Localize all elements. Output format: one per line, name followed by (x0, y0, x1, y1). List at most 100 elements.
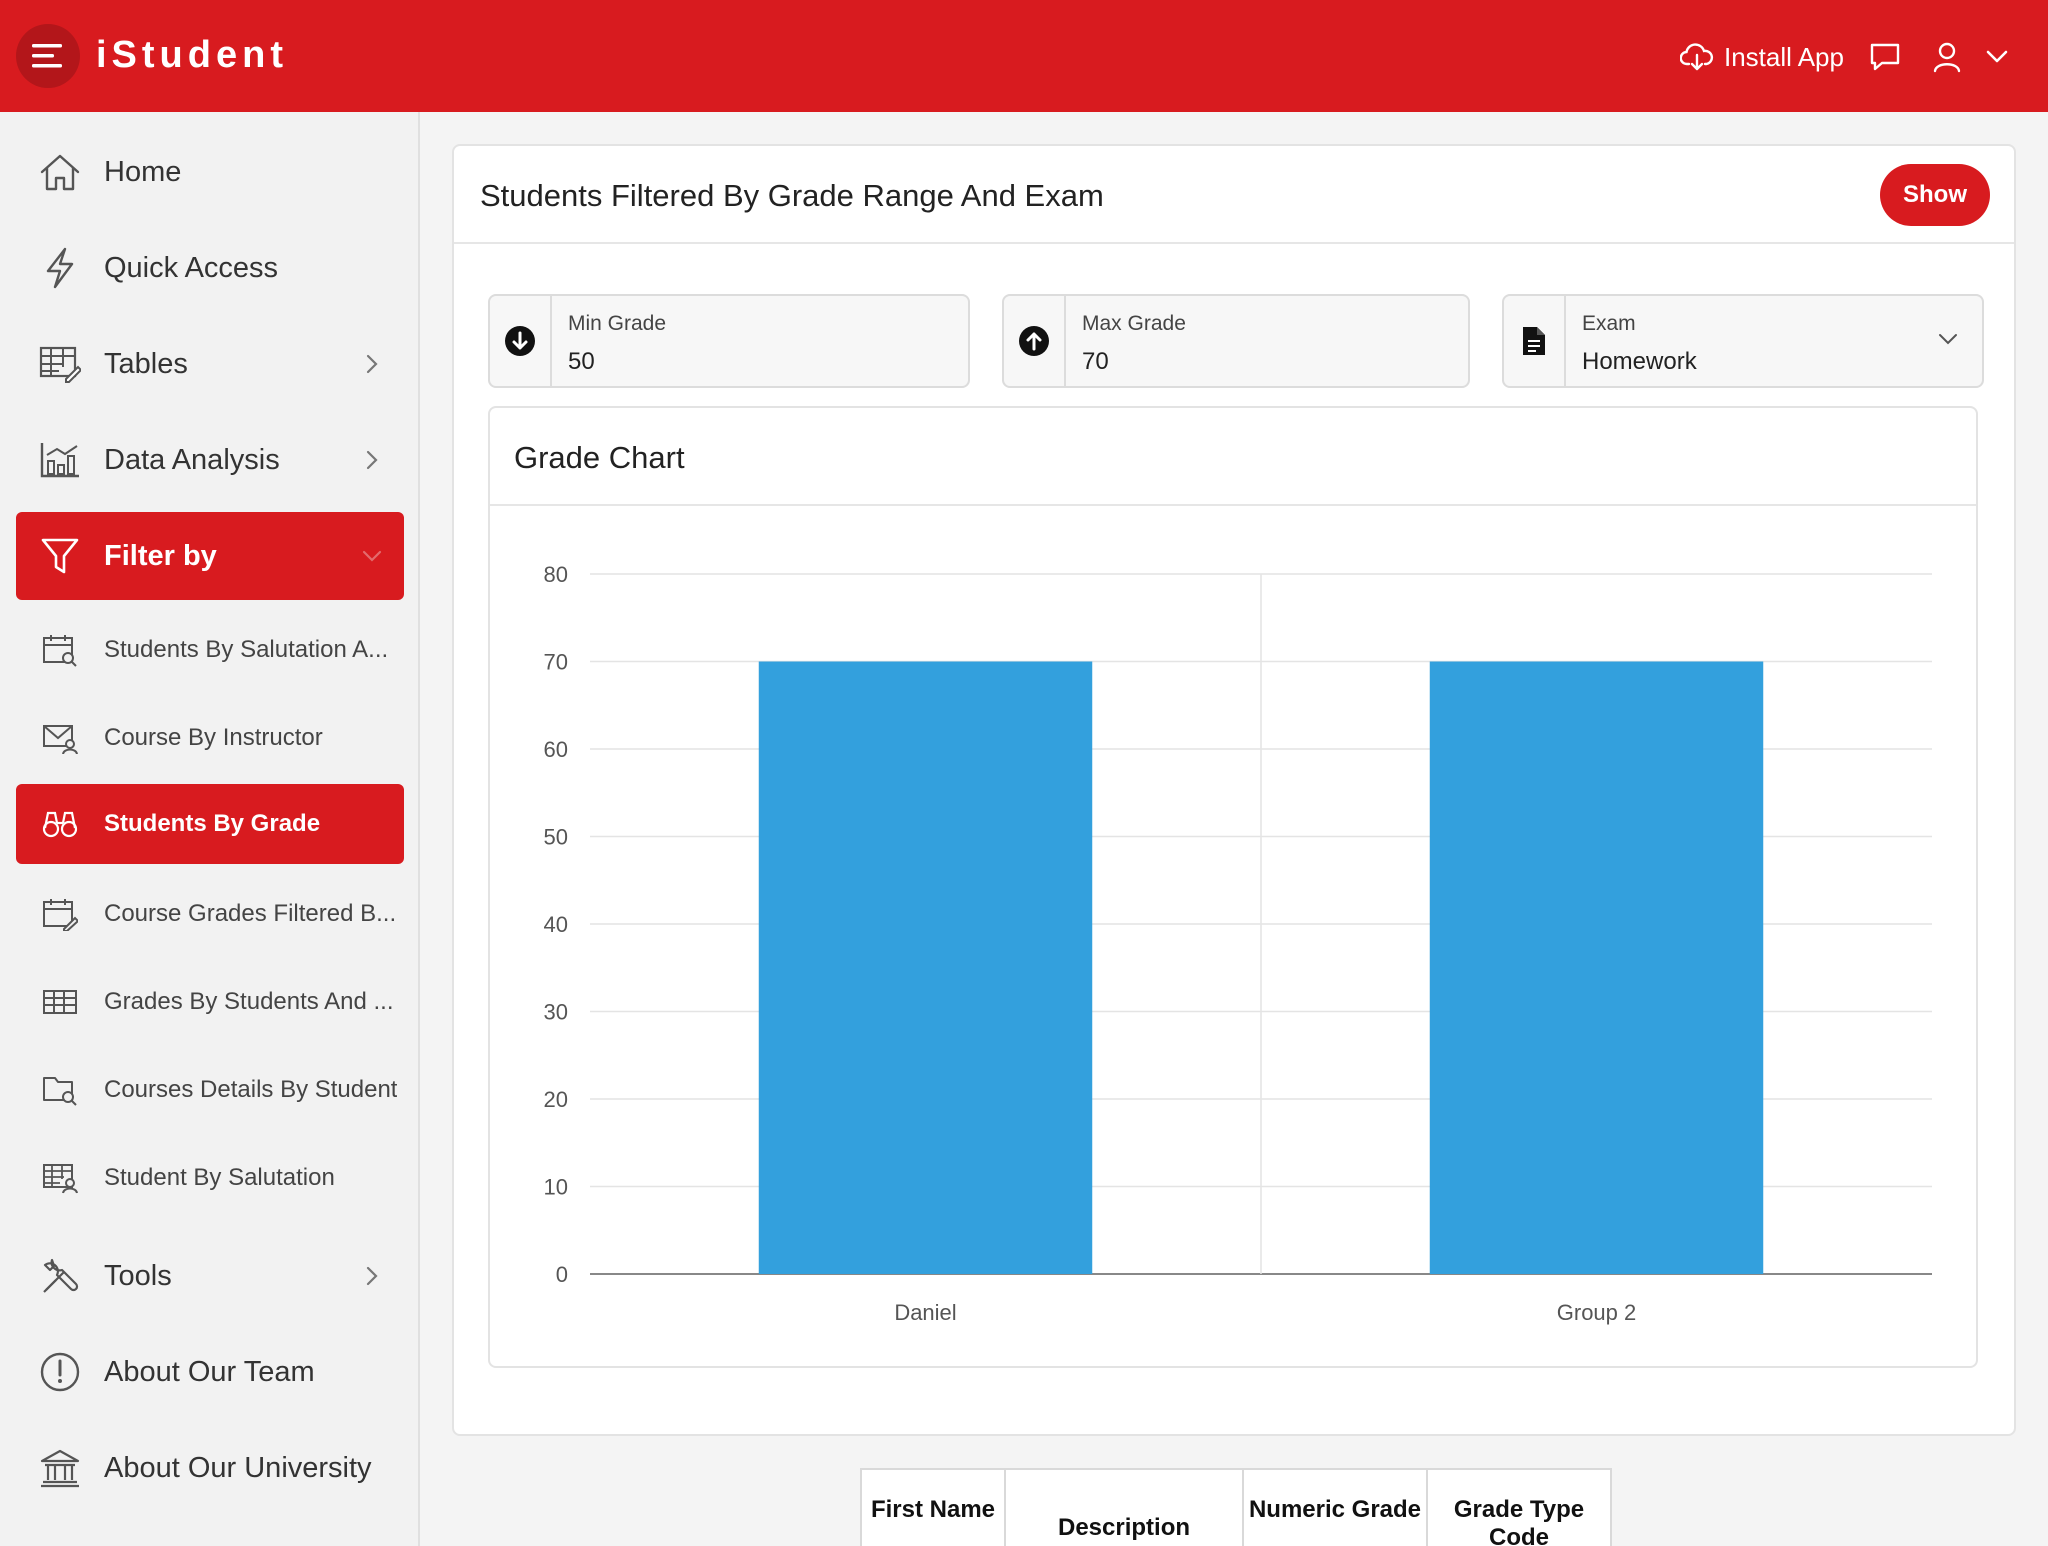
sidebar-item-label: Home (104, 155, 182, 188)
page-title: Students Filtered By Grade Range And Exa… (480, 178, 1104, 213)
exam-label: Exam (1582, 312, 1636, 335)
sidebar-item-course-grades-filtered[interactable]: Course Grades Filtered B... (16, 874, 404, 954)
sidebar-item-label: Quick Access (104, 251, 279, 284)
max-grade-label: Max Grade (1082, 312, 1186, 335)
column-header-first-name[interactable]: First Name (862, 1470, 1006, 1546)
sidebar-item-grades-by-students[interactable]: Grades By Students And ... (16, 962, 404, 1042)
bar-group-2 (1429, 661, 1764, 1274)
install-app-button[interactable]: Install App (1680, 36, 1844, 78)
mail-user-icon (38, 716, 82, 760)
sidebar-item-about-our-university[interactable]: About Our University (16, 1428, 404, 1508)
arrow-down-circle-icon (490, 296, 552, 386)
x-tick-label: Group 2 (1557, 1300, 1637, 1325)
show-button[interactable]: Show (1880, 164, 1990, 226)
info-circle-icon (38, 1350, 82, 1394)
document-icon (1504, 296, 1566, 386)
chart-title: Grade Chart (514, 440, 685, 475)
sidebar-item-label: Course By Instructor (104, 724, 323, 751)
min-grade-label: Min Grade (568, 312, 667, 335)
table-user-icon (38, 1156, 82, 1200)
chevron-right-icon (362, 1266, 382, 1286)
region-header: Students Filtered By Grade Range And Exa… (454, 146, 2014, 244)
y-tick-label: 70 (544, 650, 568, 675)
sidebar-item-label: Course Grades Filtered B... (104, 900, 397, 927)
university-icon (38, 1446, 82, 1490)
y-tick-label: 80 (544, 562, 568, 587)
sidebar-item-label: Data Analysis (104, 443, 280, 476)
results-table-header: First Name Description Numeric Grade Gra… (860, 1468, 1612, 1546)
menu-toggle-button[interactable] (16, 24, 80, 88)
calendar-edit-icon (38, 892, 82, 936)
sidebar-item-label: Tools (104, 1259, 172, 1292)
column-header-numeric-grade[interactable]: Numeric Grade (1244, 1470, 1428, 1546)
sidebar-item-courses-details-by-student[interactable]: Courses Details By Student (16, 1050, 404, 1130)
column-header-grade-type-code[interactable]: Grade Type Code (1428, 1470, 1610, 1546)
calendar-search-icon (38, 628, 82, 672)
sidebar-item-label: Tables (104, 347, 188, 380)
min-grade-input[interactable]: 50 (568, 348, 595, 376)
sidebar-item-tables[interactable]: Tables (16, 324, 404, 404)
sidebar-item-label: About Our Team (104, 1355, 315, 1388)
y-tick-label: 60 (544, 737, 568, 762)
user-menu-toggle[interactable] (1986, 36, 2008, 78)
sidebar-item-about-our-team[interactable]: About Our Team (16, 1332, 404, 1412)
sidebar-item-label: Grades By Students And ... (104, 988, 394, 1015)
sidebar-item-label: Student By Salutation (104, 1164, 335, 1191)
user-button[interactable] (1932, 36, 1962, 78)
lightning-icon (38, 246, 82, 290)
app-name: iStudent (96, 34, 288, 76)
chevron-right-icon (362, 450, 382, 470)
x-tick-label: Daniel (894, 1300, 956, 1325)
bar-chart-icon (38, 438, 82, 482)
bar-daniel (758, 661, 1093, 1274)
exam-select-field[interactable]: Exam Homework (1502, 294, 1984, 388)
chevron-down-icon (1938, 332, 1958, 350)
sidebar-item-course-by-instructor[interactable]: Course By Instructor (16, 698, 404, 778)
folder-search-icon (38, 1068, 82, 1112)
sidebar-item-students-by-grade[interactable]: Students By Grade (16, 784, 404, 864)
exam-select[interactable]: Homework (1582, 348, 1697, 376)
y-tick-label: 50 (544, 825, 568, 850)
user-icon (1933, 42, 1961, 73)
max-grade-field[interactable]: Max Grade 70 (1002, 294, 1470, 388)
sidebar-item-label: Students By Grade (104, 810, 321, 837)
sidebar-item-label: Students By Salutation A... (104, 636, 389, 663)
sidebar-item-student-by-salutation[interactable]: Student By Salutation (16, 1138, 404, 1218)
chevron-down-icon (1986, 50, 2008, 63)
sidebar-item-tools[interactable]: Tools (16, 1236, 404, 1316)
y-tick-label: 10 (544, 1175, 568, 1200)
home-icon (38, 150, 82, 194)
cloud-download-icon (1680, 43, 1714, 71)
sidebar-item-label: Filter by (104, 539, 217, 572)
chevron-down-icon (362, 546, 382, 566)
chat-icon (1870, 43, 1900, 71)
column-header-description[interactable]: Description (1006, 1470, 1244, 1546)
chevron-right-icon (362, 354, 382, 374)
sidebar-item-quick-access[interactable]: Quick Access (16, 228, 404, 308)
binoculars-icon (38, 802, 82, 846)
sidebar-item-label: About Our University (104, 1451, 372, 1484)
grid-icon (38, 980, 82, 1024)
top-bar: iStudent Install App (0, 0, 2048, 112)
y-tick-label: 30 (544, 1000, 568, 1025)
arrow-up-circle-icon (1004, 296, 1066, 386)
sidebar: Home Quick Access Tables Data Analysis F… (0, 112, 420, 1546)
tools-icon (38, 1254, 82, 1298)
report-region: Students Filtered By Grade Range And Exa… (452, 144, 2016, 1436)
grade-chart-region: Grade Chart 0 10 20 30 40 50 60 70 80 Daniel Group… (488, 406, 1978, 1368)
sidebar-item-home[interactable]: Home (16, 132, 404, 212)
y-tick-label: 0 (556, 1262, 568, 1287)
max-grade-input[interactable]: 70 (1082, 348, 1109, 376)
sidebar-item-data-analysis[interactable]: Data Analysis (16, 420, 404, 500)
sidebar-item-label: Courses Details By Student (104, 1076, 398, 1103)
filter-icon (38, 534, 82, 578)
table-edit-icon (38, 342, 82, 386)
chat-button[interactable] (1868, 36, 1902, 78)
grade-bar-chart: 0 10 20 30 40 50 60 70 80 Daniel Group 2 (544, 562, 1932, 1325)
min-grade-field[interactable]: Min Grade 50 (488, 294, 970, 388)
sidebar-item-students-by-salutation-a[interactable]: Students By Salutation A... (16, 610, 404, 690)
y-tick-label: 40 (544, 912, 568, 937)
sidebar-item-filter-by[interactable]: Filter by (16, 512, 404, 600)
y-tick-label: 20 (544, 1087, 568, 1112)
install-app-label: Install App (1724, 41, 1844, 72)
